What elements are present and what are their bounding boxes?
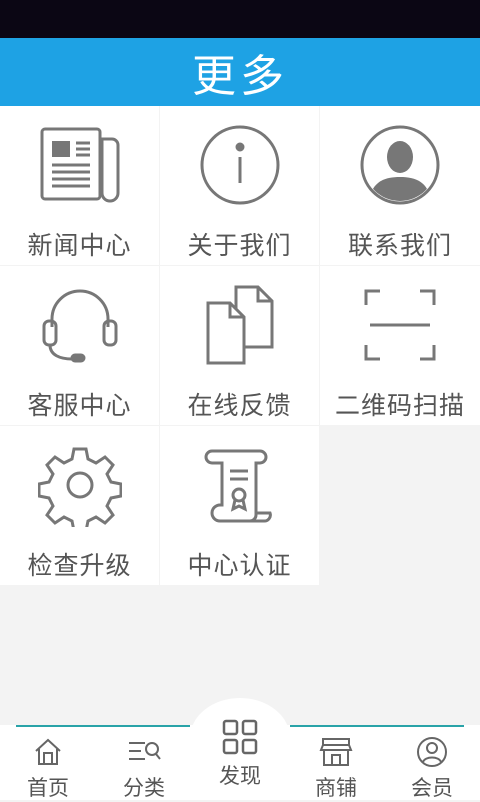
grid-item-label: 新闻中心 [27, 231, 132, 260]
nav-item-home[interactable]: 首页 [8, 735, 88, 802]
grid-item-certification[interactable]: 中心认证 [160, 426, 319, 585]
grid-item-label: 在线反馈 [187, 391, 292, 420]
grid-item-label: 联系我们 [347, 231, 452, 260]
nav-label: 分类 [123, 776, 165, 800]
nav-label: 商铺 [315, 776, 357, 800]
gear-icon [35, 440, 125, 530]
title-bar: 更多 [0, 38, 480, 106]
grid-item-qr-scan[interactable]: 二维码扫描 [320, 266, 480, 425]
grid-item-label: 关于我们 [187, 231, 292, 260]
grid-item-label: 二维码扫描 [334, 391, 465, 420]
bottom-nav: 首页 分类 发现 商铺 会员 [0, 698, 480, 802]
nav-divider [290, 725, 464, 727]
category-icon [126, 735, 162, 769]
info-icon [195, 120, 285, 210]
scan-frame-icon [355, 280, 445, 370]
headset-icon [35, 280, 125, 370]
nav-divider [16, 725, 190, 727]
status-bar [0, 0, 480, 38]
grid-item-label: 检查升级 [27, 551, 132, 580]
shop-icon [318, 735, 354, 769]
grid-item-label: 中心认证 [187, 551, 292, 580]
certificate-scroll-icon [195, 440, 285, 530]
nav-item-discover[interactable]: 发现 [200, 717, 280, 790]
grid-item-feedback[interactable]: 在线反馈 [160, 266, 319, 425]
nav-label: 发现 [219, 764, 261, 788]
grid-item-update[interactable]: 检查升级 [0, 426, 159, 585]
user-icon [414, 735, 450, 769]
grid-item-contact[interactable]: 联系我们 [320, 106, 480, 265]
home-icon [30, 735, 66, 769]
nav-item-shop[interactable]: 商铺 [296, 735, 376, 802]
page-title: 更多 [192, 51, 288, 102]
nav-label: 会员 [411, 776, 453, 800]
grid-item-news[interactable]: 新闻中心 [0, 106, 159, 265]
grid-icon [220, 717, 260, 757]
nav-item-member[interactable]: 会员 [392, 735, 472, 802]
grid-item-about[interactable]: 关于我们 [160, 106, 319, 265]
nav-label: 首页 [27, 776, 69, 800]
grid-item-label: 客服中心 [27, 391, 132, 420]
contact-avatar-icon [355, 120, 445, 210]
grid-item-service[interactable]: 客服中心 [0, 266, 159, 425]
newspaper-icon [35, 120, 125, 210]
documents-icon [195, 280, 285, 370]
nav-item-category[interactable]: 分类 [104, 735, 184, 802]
